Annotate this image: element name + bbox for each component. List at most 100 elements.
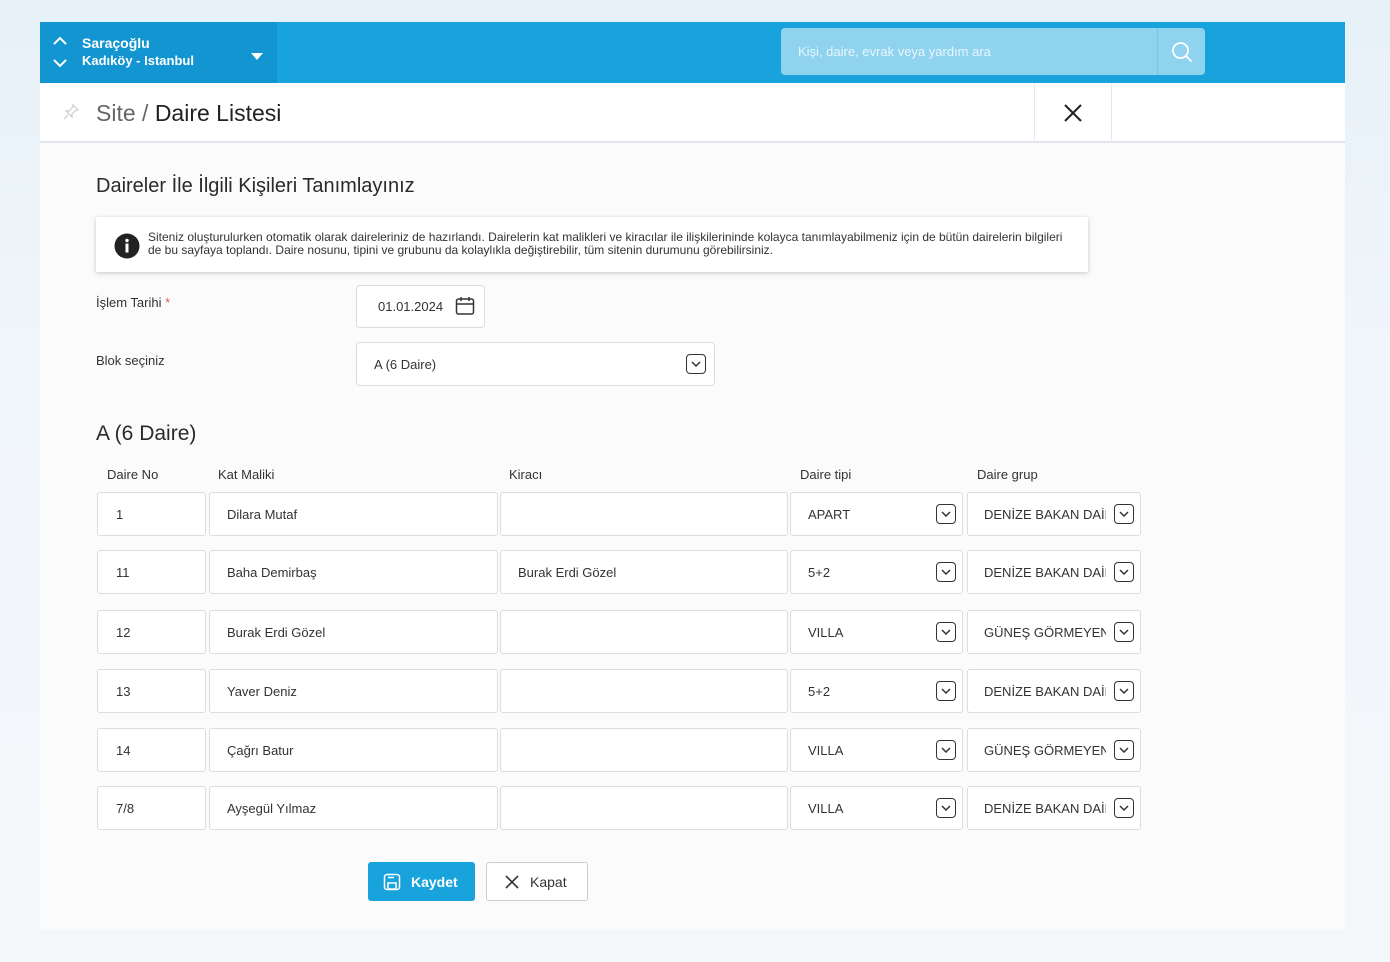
info-box: Siteniz oluşturulurken otomatik olarak d… <box>96 217 1088 272</box>
row-2-no-value: 12 <box>116 624 131 640</box>
row-1-owner-input[interactable]: Baha Demirbaş <box>209 550 498 594</box>
chevron-down-icon <box>1114 622 1134 642</box>
info-text: Siteniz oluşturulurken otomatik olarak d… <box>148 230 1063 257</box>
row-5-type-select[interactable]: VILLA <box>790 786 963 830</box>
top-bar: Saraçoğlu Kadıköy - Istanbul <box>40 22 1345 83</box>
chevron-down-icon <box>936 622 956 642</box>
row-4-tenant-input[interactable] <box>500 728 788 772</box>
row-5-type-value: VILLA <box>808 800 844 816</box>
date-field[interactable]: 01.01.2024 <box>356 285 485 328</box>
row-5-owner-input[interactable]: Ayşegül Yılmaz <box>209 786 498 830</box>
row-0-owner-input[interactable]: Dilara Mutaf <box>209 492 498 536</box>
row-4-no-input[interactable]: 14 <box>97 728 206 772</box>
row-5-no-input[interactable]: 7/8 <box>97 786 206 830</box>
search-button[interactable] <box>1158 28 1205 75</box>
row-2-owner-input[interactable]: Burak Erdi Gözel <box>209 610 498 654</box>
row-5-owner-value: Ayşegül Yılmaz <box>227 800 317 816</box>
row-5-group-select[interactable]: DENİZE BAKAN DAİRE <box>967 786 1141 830</box>
row-2-owner-value: Burak Erdi Gözel <box>227 624 326 640</box>
row-4-group-value: GÜNEŞ GÖRMEYEN <box>984 742 1106 758</box>
row-0-owner-value: Dilara Mutaf <box>227 506 298 522</box>
row-3-owner-input[interactable]: Yaver Deniz <box>209 669 498 713</box>
row-4-owner-value: Çağrı Batur <box>227 742 294 758</box>
row-0-group-select[interactable]: DENİZE BAKAN DAİRE <box>967 492 1141 536</box>
header-kat-maliki: Kat Maliki <box>218 467 275 482</box>
date-label-text: İşlem Tarihi <box>96 295 162 310</box>
search-input[interactable] <box>781 28 1157 75</box>
site-name: Saraçoğlu <box>82 35 150 51</box>
page-title-bar: Site / Daire Listesi <box>40 83 1345 143</box>
close-icon <box>1064 104 1082 122</box>
row-0-type-select[interactable]: APART <box>790 492 963 536</box>
page-content: Daireler İle İlgili Kişileri Tanımlayını… <box>40 143 1345 930</box>
row-5-no-value: 7/8 <box>116 800 135 816</box>
row-2-no-input[interactable]: 12 <box>97 610 206 654</box>
app-window: Saraçoğlu Kadıköy - Istanbul Kişi, daire… <box>40 22 1345 930</box>
info-icon <box>114 233 140 264</box>
row-1-tenant-value: Burak Erdi Gözel <box>518 564 617 580</box>
save-button[interactable]: Kaydet <box>368 862 475 901</box>
row-1-group-select[interactable]: DENİZE BAKAN DAİRE <box>967 550 1141 594</box>
close-page-button[interactable] <box>1034 83 1112 143</box>
page-title: Daire Listesi <box>154 100 282 126</box>
row-3-type-select[interactable]: 5+2 <box>790 669 963 713</box>
chevron-down-icon <box>1114 504 1134 524</box>
row-1-group-value: DENİZE BAKAN DAİRE <box>984 564 1106 580</box>
row-0-tenant-input[interactable] <box>500 492 788 536</box>
chevron-down-icon <box>1114 740 1134 760</box>
date-value: 01.01.2024 <box>378 299 444 314</box>
header-daire-tipi: Daire tipi <box>800 467 852 482</box>
site-switcher[interactable]: Saraçoğlu Kadıköy - Istanbul <box>40 22 277 83</box>
header-daire-grup: Daire grup <box>977 467 1038 482</box>
row-1-no-value: 11 <box>116 564 130 580</box>
block-select-value: A (6 Daire) <box>374 356 437 372</box>
row-5-group-value: DENİZE BAKAN DAİRE <box>984 800 1106 816</box>
required-mark: * <box>165 295 171 310</box>
row-0-type-value: APART <box>808 506 851 522</box>
row-3-no-value: 13 <box>116 683 131 699</box>
save-label: Kaydet <box>411 873 458 890</box>
caret-down-icon <box>251 47 263 65</box>
calendar-icon[interactable] <box>455 296 475 319</box>
row-2-type-select[interactable]: VILLA <box>790 610 963 654</box>
row-1-tenant-input[interactable]: Burak Erdi Gözel <box>500 550 788 594</box>
close-button[interactable]: Kapat <box>486 862 588 901</box>
row-0-no-input[interactable]: 1 <box>97 492 206 536</box>
chevron-down-icon <box>936 798 956 818</box>
date-label: İşlem Tarihi * <box>96 295 170 310</box>
chevron-down-icon <box>936 740 956 760</box>
row-4-type-value: VILLA <box>808 742 844 758</box>
section-heading: Daireler İle İlgili Kişileri Tanımlayını… <box>96 175 415 197</box>
chevron-down-icon <box>686 354 706 374</box>
header-daire-no: Daire No <box>107 467 159 482</box>
chevron-down-icon <box>936 681 956 701</box>
breadcrumb-parent[interactable]: Site <box>96 100 136 126</box>
pin-icon[interactable] <box>62 103 80 126</box>
row-2-group-select[interactable]: GÜNEŞ GÖRMEYEN <box>967 610 1141 654</box>
close-label: Kapat <box>530 873 567 890</box>
row-3-group-value: DENİZE BAKAN DAİRE <box>984 683 1106 699</box>
row-5-tenant-input[interactable] <box>500 786 788 830</box>
row-1-no-input[interactable]: 11 <box>97 550 206 594</box>
row-3-group-select[interactable]: DENİZE BAKAN DAİRE <box>967 669 1141 713</box>
row-4-type-select[interactable]: VILLA <box>790 728 963 772</box>
row-0-group-value: DENİZE BAKAN DAİRE <box>984 506 1106 522</box>
row-1-type-select[interactable]: 5+2 <box>790 550 963 594</box>
table-title: A (6 Daire) <box>96 422 197 445</box>
chevron-down-icon <box>936 562 956 582</box>
row-2-group-value: GÜNEŞ GÖRMEYEN <box>984 624 1106 640</box>
global-search <box>781 28 1205 75</box>
row-3-tenant-input[interactable] <box>500 669 788 713</box>
row-4-owner-input[interactable]: Çağrı Batur <box>209 728 498 772</box>
row-4-group-select[interactable]: GÜNEŞ GÖRMEYEN <box>967 728 1141 772</box>
row-2-tenant-input[interactable] <box>500 610 788 654</box>
row-1-owner-value: Baha Demirbaş <box>227 564 317 580</box>
header-kiraci: Kiracı <box>509 467 543 482</box>
block-select[interactable]: A (6 Daire) <box>356 342 715 386</box>
row-3-no-input[interactable]: 13 <box>97 669 206 713</box>
row-1-type-value: 5+2 <box>808 564 831 580</box>
chevron-down-icon <box>1114 681 1134 701</box>
close-icon <box>505 874 519 889</box>
search-icon <box>1171 41 1192 62</box>
breadcrumb: Site / Daire Listesi <box>96 100 281 127</box>
